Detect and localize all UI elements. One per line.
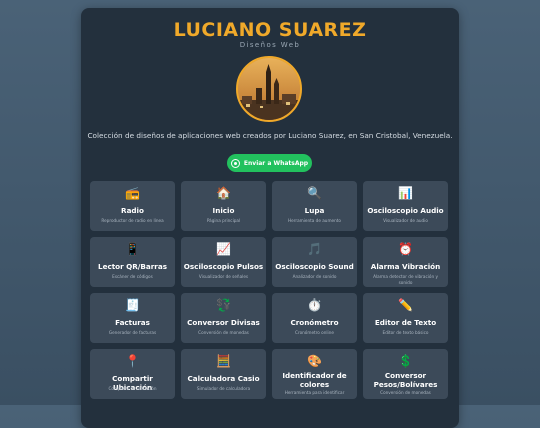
app-desc: Alarma detector de vibración y sonido	[373, 274, 438, 285]
app-title: Cronómetro	[290, 318, 339, 327]
app-desc: Editor de texto básico	[382, 330, 429, 335]
palette-icon: 🎨	[307, 354, 322, 368]
app-tile-identificador-colores[interactable]: 🎨 Identificador de colores Herramienta par…	[272, 349, 357, 399]
app-title: Osciloscopio Pulsos	[183, 262, 264, 271]
app-tile-lupa[interactable]: 🔍 Lupa Herramienta de aumento	[272, 181, 357, 231]
app-desc: Herramienta de aumento	[288, 218, 341, 223]
app-desc: Generador de facturas	[108, 330, 157, 335]
avatar	[236, 56, 302, 122]
app-title: Conversor Pesos/Bolívares	[373, 371, 438, 389]
app-tile-conversor-divisas[interactable]: 💱 Conversor Divisas Conversión de monedas	[181, 293, 266, 343]
app-desc: Herramienta para identificar	[284, 390, 345, 395]
app-title: Lupa	[304, 206, 325, 215]
app-tile-editor-texto[interactable]: ✏️ Editor de Texto Editor de texto básico	[363, 293, 448, 343]
app-desc: Conversión de monedas	[198, 330, 249, 335]
city-photo-icon	[238, 58, 300, 120]
app-tile-facturas[interactable]: 🧾 Facturas Generador de facturas	[90, 293, 175, 343]
app-desc: Página principal	[206, 218, 241, 223]
line-chart-icon: 📈	[216, 242, 231, 256]
app-title: Alarma Vibración	[370, 262, 441, 271]
app-desc: Cronómetro online	[295, 330, 334, 335]
alarm-clock-icon: ⏰	[398, 242, 413, 256]
whatsapp-button[interactable]: Enviar a WhatsApp	[227, 154, 312, 172]
app-tile-alarma-vibracion[interactable]: ⏰ Alarma Vibración Alarma detector de vibr…	[363, 237, 448, 287]
app-tile-osciloscopio-pulsos[interactable]: 📈 Osciloscopio Pulsos Visualizador de seña…	[181, 237, 266, 287]
app-desc: Conversión de monedas	[380, 390, 431, 395]
whatsapp-button-label: Enviar a WhatsApp	[243, 159, 309, 167]
app-title: Conversor Divisas	[187, 318, 260, 327]
app-tile-compartir-ubicacion[interactable]: 📍 Compartir Ubicación Compartir tu ubicaci…	[90, 349, 175, 399]
app-title: Radio	[121, 206, 144, 215]
radio-icon: 📻	[125, 186, 140, 200]
app-desc: Analizador de sonido	[292, 274, 337, 279]
app-tile-inicio[interactable]: 🏠 Inicio Página principal	[181, 181, 266, 231]
phone-icon: 📱	[125, 242, 140, 256]
app-desc: Visualizador de audio	[383, 218, 428, 223]
page-subtitle: Diseños Web	[239, 41, 301, 49]
page-title: LUCIANO SUAREZ	[173, 19, 367, 41]
app-desc: Escáner de códigos	[112, 274, 153, 279]
main-card: LUCIANO SUAREZ Diseños Web Colección de	[81, 8, 459, 428]
app-title: Lector QR/Barras	[98, 262, 167, 271]
receipt-icon: 🧾	[125, 298, 140, 312]
app-desc: Visualizador de señales	[198, 274, 249, 279]
app-tile-radio[interactable]: 📻 Radio Reproductor de radio en línea	[90, 181, 175, 231]
app-title: Osciloscopio Audio	[367, 206, 444, 215]
app-title: Inicio	[212, 206, 235, 215]
app-desc: Simulador de calculadora	[196, 386, 251, 391]
app-desc: Reproductor de radio en línea	[101, 218, 164, 223]
app-title: Calculadora Casio	[187, 374, 260, 383]
app-title: Editor de Texto	[374, 318, 437, 327]
app-tile-osciloscopio-audio[interactable]: 📊 Osciloscopio Audio Visualizador de audio	[363, 181, 448, 231]
app-tile-calculadora-casio[interactable]: 🧮 Calculadora Casio Simulador de calculado…	[181, 349, 266, 399]
dollar-icon: 💲	[398, 354, 413, 368]
app-title: Facturas	[115, 318, 150, 327]
description: Colección de diseños de aplicaciones web…	[87, 131, 453, 140]
magnifier-icon: 🔍	[307, 186, 322, 200]
home-icon: 🏠	[216, 186, 231, 200]
app-tile-cronometro[interactable]: ⏱️ Cronómetro Cronómetro online	[272, 293, 357, 343]
app-title: Identificador de colores	[282, 371, 347, 389]
abacus-icon: 🧮	[216, 354, 231, 368]
pencil-icon: ✏️	[398, 298, 413, 312]
whatsapp-icon	[230, 158, 240, 168]
app-grid: 📻 Radio Reproductor de radio en línea 🏠 Ini…	[90, 181, 450, 399]
bar-chart-icon: 📊	[398, 186, 413, 200]
app-tile-conversor-pesos[interactable]: 💲 Conversor Pesos/Bolívares Conversión de …	[363, 349, 448, 399]
location-pin-icon: 📍	[125, 354, 140, 368]
app-tile-lector-qr[interactable]: 📱 Lector QR/Barras Escáner de códigos	[90, 237, 175, 287]
app-desc: Compartir tu ubicación	[108, 386, 157, 391]
app-title: Osciloscopio Sound	[275, 262, 354, 271]
app-tile-osciloscopio-sound[interactable]: 🎵 Osciloscopio Sound Analizador de sonido	[272, 237, 357, 287]
stopwatch-icon: ⏱️	[307, 298, 322, 312]
currency-exchange-icon: 💱	[216, 298, 231, 312]
music-note-icon: 🎵	[307, 242, 322, 256]
